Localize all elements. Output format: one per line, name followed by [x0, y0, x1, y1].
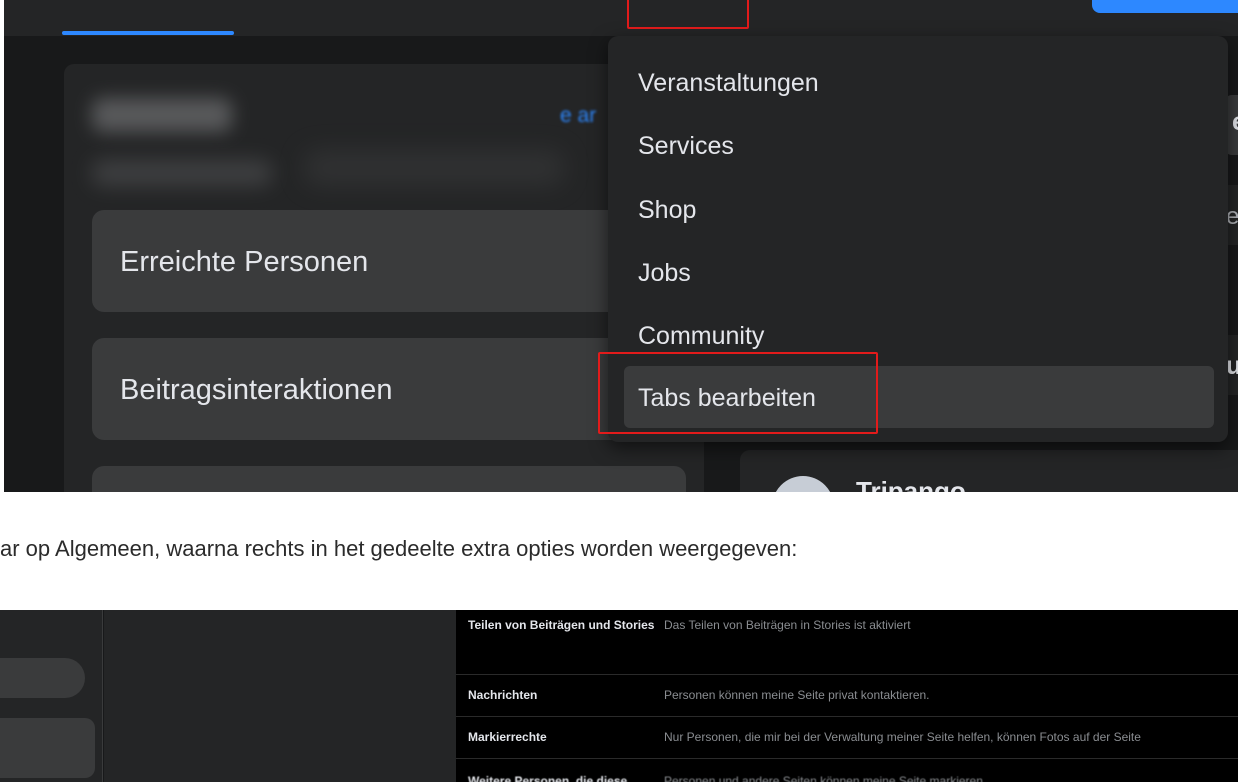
table-row[interactable]: Markierrechte Nur Personen, die mir bei …: [456, 717, 1238, 759]
metric-post-interactions[interactable]: Beitragsinteraktionen: [92, 338, 686, 440]
setting-value: Personen und andere Seiten können meine …: [664, 774, 987, 782]
menu-item-jobs[interactable]: Jobs: [638, 259, 691, 288]
primary-action-button[interactable]: [1092, 0, 1238, 13]
menu-item-community[interactable]: Community: [638, 322, 764, 351]
settings-table: Teilen von Beiträgen und Stories Das Tei…: [456, 610, 1238, 782]
table-row[interactable]: Teilen von Beiträgen und Stories Das Tei…: [456, 610, 1238, 675]
right-edge-text: e: [1232, 108, 1238, 137]
menu-item-services[interactable]: Services: [638, 132, 734, 161]
metric-label: Beitragsinteraktionen: [120, 374, 393, 406]
metric-third[interactable]: [92, 466, 686, 492]
more-tab-highlight[interactable]: [627, 0, 749, 29]
setting-label: Weitere Personen, die diese: [468, 774, 628, 782]
settings-sidebar: [0, 610, 103, 782]
setting-label: Nachrichten: [468, 688, 538, 702]
settings-nav-panel: [104, 610, 456, 782]
table-row[interactable]: Weitere Personen, die diese Personen und…: [456, 759, 1238, 782]
setting-value: Das Teilen von Beiträgen in Stories ist …: [664, 618, 911, 632]
metric-reached-people[interactable]: Erreichte Personen: [92, 210, 686, 312]
table-row[interactable]: Nachrichten Personen können meine Seite …: [456, 675, 1238, 717]
blurred-content: [304, 150, 564, 186]
sidebar-item[interactable]: [0, 658, 85, 698]
instruction-caption: ar op Algemeen, waarna rechts in het ged…: [0, 536, 798, 561]
setting-value: Nur Personen, die mir bei der Verwaltung…: [664, 730, 1141, 744]
facebook-page-screenshot: e ar Erreichte Personen Beitragsinterakt…: [0, 0, 1238, 492]
setting-label: Teilen von Beiträgen und Stories: [468, 618, 655, 632]
sidebar-item-active[interactable]: [0, 718, 95, 778]
settings-screenshot: Teilen von Beiträgen und Stories Das Tei…: [0, 610, 1238, 782]
metric-label: Erreichte Personen: [120, 246, 369, 278]
edit-tabs-highlight: [598, 352, 878, 434]
setting-label: Markierrechte: [468, 730, 547, 744]
menu-item-events[interactable]: Veranstaltungen: [638, 69, 819, 98]
active-tab-indicator: [62, 31, 234, 35]
blurred-title: [92, 98, 232, 132]
see-all-link[interactable]: e ar: [560, 104, 596, 128]
page-name[interactable]: Tripango: [856, 476, 966, 492]
setting-value: Personen können meine Seite privat konta…: [664, 688, 930, 702]
blurred-subtitle: [92, 160, 272, 186]
screenshot-canvas: e ar Erreichte Personen Beitragsinterakt…: [4, 0, 1238, 492]
menu-item-shop[interactable]: Shop: [638, 196, 696, 225]
